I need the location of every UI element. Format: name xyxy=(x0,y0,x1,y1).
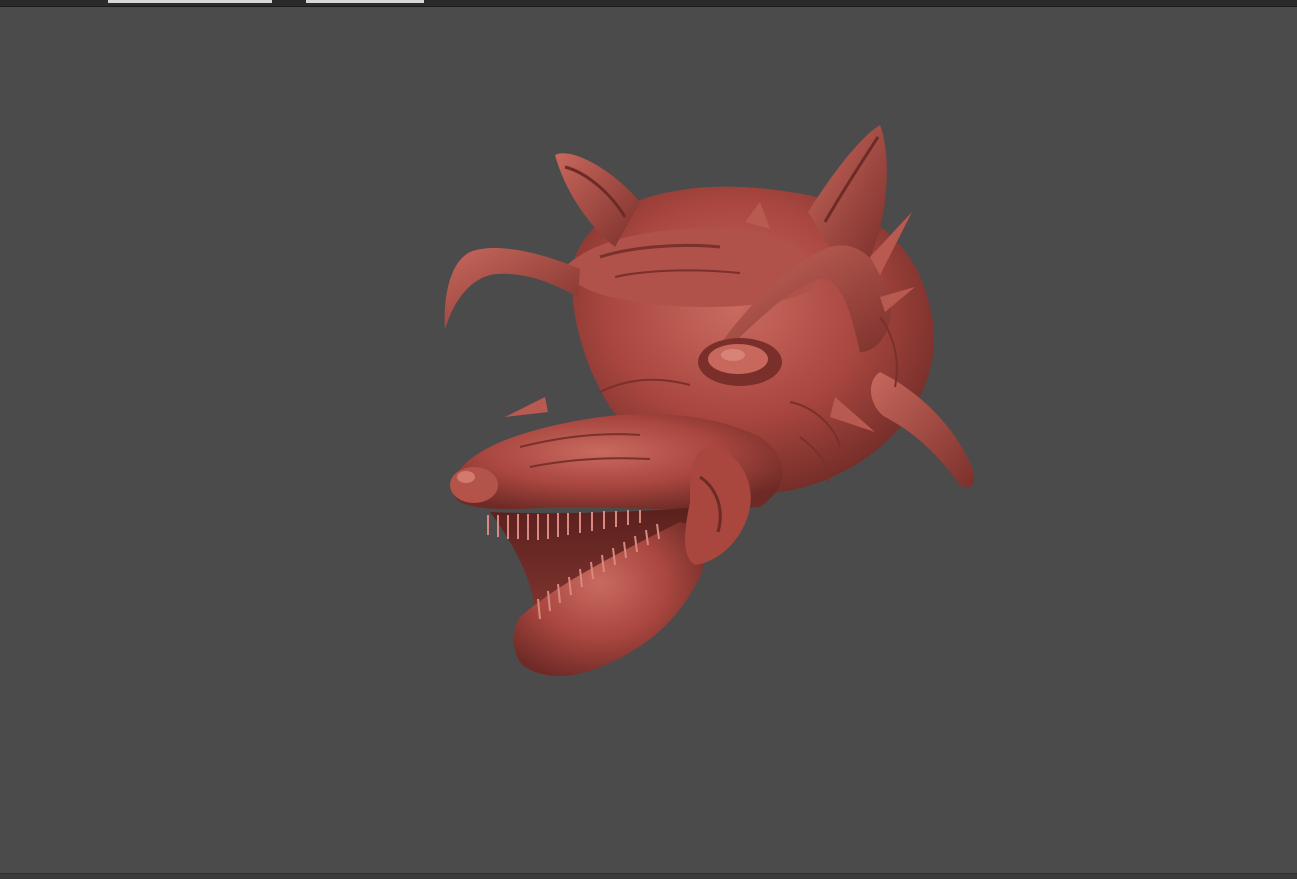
top-tab-bar xyxy=(0,0,1297,7)
tab-indicator-1[interactable] xyxy=(108,0,272,3)
sculpt-model-icon[interactable] xyxy=(0,7,1297,873)
tab-indicator-2[interactable] xyxy=(306,0,424,3)
nose xyxy=(450,467,498,503)
sculpt-app-window xyxy=(0,0,1297,879)
3d-viewport-canvas[interactable] xyxy=(0,7,1297,873)
left-horn xyxy=(444,248,580,329)
bottom-status-strip xyxy=(0,873,1297,879)
eye xyxy=(698,338,782,386)
